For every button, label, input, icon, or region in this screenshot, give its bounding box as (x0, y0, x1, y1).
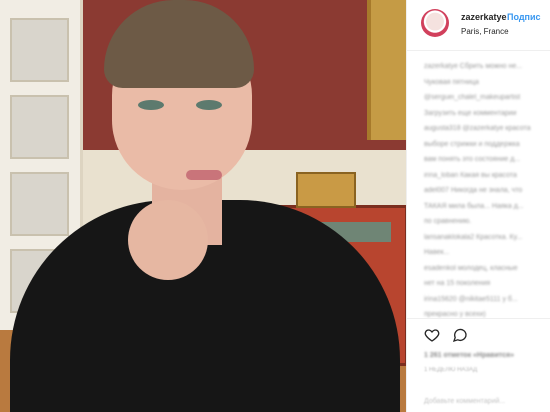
comment: zazerkatye Сбрить можно не... (424, 63, 523, 70)
add-comment-field[interactable]: Добавьте комментарий... (424, 398, 505, 405)
post-header: zazerkatye Подпис Paris, France (407, 0, 550, 51)
woman-eye (196, 100, 222, 110)
door-pane (10, 172, 69, 236)
photo-mirror (367, 0, 406, 140)
load-more-comments[interactable]: Загрузить еще комментарии (424, 109, 550, 120)
comment: Чуковая пятница (424, 78, 479, 86)
likes-count[interactable]: 1 261 отметок «Нравится» (424, 352, 514, 359)
comment: irina15620 @nikitae5111 у б... (424, 295, 518, 303)
comments-list: zazerkatye Сбрить можно не... Чуковая пя… (424, 62, 550, 326)
comment: по сравнению. (424, 218, 472, 225)
comment: Навек... (424, 249, 450, 256)
comment: ТАКАЯ мила была... Наяка д... (424, 202, 524, 210)
woman-lips (186, 170, 222, 180)
comment: larisanaklokala2 Красотка. Ку... (424, 233, 523, 241)
comment: augusta318 @zazerkatye красота (424, 125, 531, 132)
comment-link[interactable]: @serguei_chalel_makeupartist (424, 93, 550, 104)
heart-icon[interactable] (424, 327, 440, 343)
avatar[interactable] (421, 9, 449, 37)
post-photo[interactable] (0, 0, 406, 412)
door-pane (10, 95, 69, 159)
username[interactable]: zazerkatye (461, 12, 507, 22)
post-time: 1 НЕДЕЛЮ НАЗАД (424, 367, 478, 373)
comment: выборе стрижки и поддержка (424, 140, 520, 148)
photo-chest (296, 172, 356, 208)
woman-eye (138, 100, 164, 110)
comment: вам понять это состояние д... (424, 156, 521, 163)
follow-button[interactable]: Подпис (507, 12, 541, 22)
door-pane (10, 18, 69, 82)
comment-icon[interactable] (452, 327, 468, 343)
location-link[interactable]: Paris, France (461, 27, 509, 36)
post-actions: 1 261 отметок «Нравится» 1 НЕДЕЛЮ НАЗАД … (407, 318, 550, 412)
comment: esadenkol молодец, класные (424, 264, 518, 272)
post-sidebar: zazerkatye Подпис Paris, France zazerkat… (406, 0, 550, 412)
comment: irina_loban Какая вы красота (424, 171, 517, 179)
woman-hand (128, 200, 208, 280)
comment: adel007 Никогда не знала, что (424, 187, 523, 194)
comment: нет на 15 поколения (424, 280, 491, 287)
